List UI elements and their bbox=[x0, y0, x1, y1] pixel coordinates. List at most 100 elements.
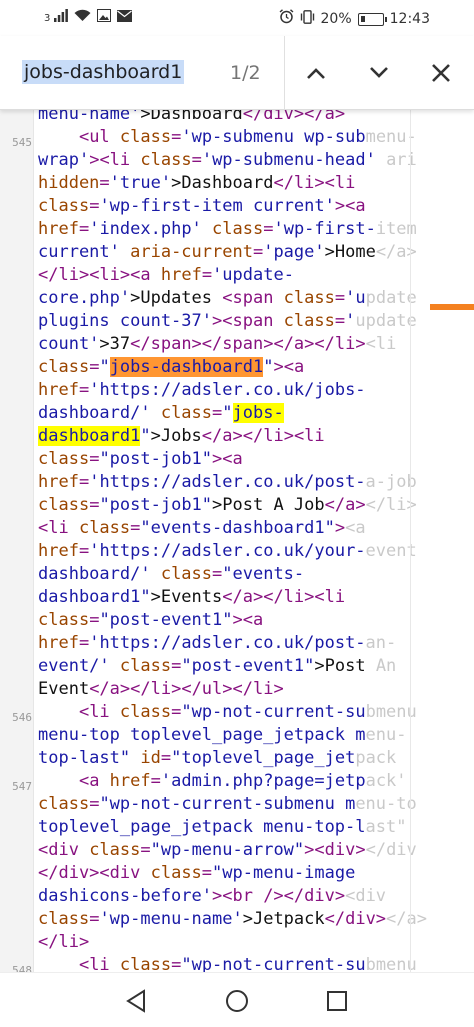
find-close-button[interactable] bbox=[422, 54, 460, 92]
code-token: = bbox=[78, 633, 90, 653]
code-token: = bbox=[171, 702, 182, 722]
code-token: 'update- bbox=[212, 265, 294, 285]
find-match-highlight: jobs-dashboard1 bbox=[109, 357, 264, 377]
wifi-icon bbox=[74, 9, 91, 27]
code-token: </span> bbox=[130, 334, 202, 354]
code-token: </div> bbox=[38, 863, 100, 883]
code-token: > bbox=[212, 449, 223, 469]
code-token: class bbox=[38, 196, 90, 216]
chevron-down-icon bbox=[370, 67, 388, 78]
code-token: <a bbox=[345, 518, 366, 538]
home-button[interactable] bbox=[223, 987, 251, 1015]
code-token: > bbox=[273, 357, 284, 377]
code-token: </li> bbox=[242, 426, 294, 446]
code-token: 'wp-submenu-head' bbox=[201, 150, 376, 170]
source-line: menu-top toplevel_page_jetpack menu- bbox=[38, 724, 474, 747]
code-token: </div> bbox=[324, 909, 387, 929]
code-token: <a bbox=[283, 357, 305, 377]
circle-home-icon bbox=[226, 990, 248, 1012]
code-token: </div> bbox=[283, 886, 346, 906]
code-token: 'page' bbox=[263, 242, 325, 262]
code-token: count' bbox=[38, 334, 100, 354]
code-token: class bbox=[38, 357, 90, 377]
source-line: dashboard/' class="events- bbox=[38, 563, 474, 586]
code-token: = bbox=[171, 656, 182, 676]
code-token: class bbox=[283, 288, 335, 308]
code-token: href bbox=[160, 265, 202, 285]
code-token: <li> bbox=[89, 265, 131, 285]
code-token: <li bbox=[99, 150, 141, 170]
code-token: plugins count-37' bbox=[38, 311, 212, 331]
code-token: 'wp-submenu wp-sub bbox=[181, 127, 366, 147]
code-token: " bbox=[222, 403, 233, 423]
source-line: </div><div class="wp-menu-image bbox=[38, 862, 474, 885]
close-icon bbox=[432, 64, 450, 82]
source-line: event/' class="post-event1">Post An bbox=[38, 655, 474, 678]
code-token: <ul bbox=[78, 127, 120, 147]
source-line: class='wp-menu-name'>Jetpack</div></a> bbox=[38, 908, 474, 931]
source-line: </li><li><a href='update- bbox=[38, 264, 474, 287]
sim-indicator: 3 bbox=[44, 12, 51, 24]
code-token: > bbox=[334, 518, 346, 538]
code-token: top-last" bbox=[38, 748, 131, 768]
code-token: pack bbox=[355, 748, 397, 768]
code-token: <li bbox=[78, 702, 120, 722]
code-token: <a bbox=[222, 449, 243, 469]
code-token: 'https://adsler.co.uk/jobs- bbox=[89, 380, 366, 400]
source-line: hidden='true'>Dashboard</li><li bbox=[38, 172, 474, 195]
code-token: wrap' bbox=[38, 150, 90, 170]
code-token: = bbox=[150, 771, 161, 791]
code-token: 'admin.php?page=jetp bbox=[160, 771, 366, 791]
code-token: ' bbox=[345, 311, 356, 331]
source-line: class="jobs-dashboard1"><a bbox=[38, 356, 474, 379]
code-token: <br /> bbox=[222, 886, 284, 906]
code-token: <li bbox=[38, 518, 79, 538]
code-token: "events- bbox=[222, 564, 305, 584]
source-line: wrap'><li class='wp-submenu-head' ari bbox=[38, 149, 474, 172]
find-previous-button[interactable] bbox=[297, 54, 335, 92]
code-token: = bbox=[78, 472, 90, 492]
code-token: <li bbox=[78, 955, 120, 972]
code-token: "toplevel_page_jet bbox=[171, 748, 356, 768]
find-next-button[interactable] bbox=[360, 54, 398, 92]
back-button[interactable] bbox=[122, 987, 150, 1015]
code-token: = bbox=[78, 380, 90, 400]
code-token: href bbox=[38, 380, 79, 400]
source-line: class="wp-not-current-submenu menu-to bbox=[38, 793, 474, 816]
code-token: > bbox=[232, 610, 243, 630]
code-token: >Post bbox=[314, 656, 366, 676]
code-token: >Dashboard bbox=[171, 173, 274, 193]
code-token: dashboard1" bbox=[38, 587, 151, 607]
code-token: >37 bbox=[99, 334, 131, 354]
source-code-view[interactable]: menu-name'>Dashboard</div></a> <ul class… bbox=[38, 103, 474, 972]
code-token: </a> bbox=[386, 909, 427, 929]
code-token: 'index.php' bbox=[89, 219, 202, 239]
recents-button[interactable] bbox=[323, 987, 351, 1015]
code-token: = bbox=[212, 403, 223, 423]
square-recents-icon bbox=[327, 991, 347, 1011]
source-line: href='https://adsler.co.uk/post-a-job bbox=[38, 471, 474, 494]
battery-level bbox=[360, 15, 365, 22]
code-token: = bbox=[160, 748, 172, 768]
code-token: </span> bbox=[201, 334, 274, 354]
code-token: >Home bbox=[324, 242, 376, 262]
line-number: 547 bbox=[12, 780, 32, 793]
source-line: plugins count-37'><span class='update bbox=[38, 310, 474, 333]
chevron-up-icon bbox=[307, 68, 325, 79]
source-line: dashboard1">Events</a></li><li bbox=[38, 586, 474, 609]
source-line: count'>37</span></span></a></li><li bbox=[38, 333, 474, 356]
code-token: = bbox=[252, 242, 264, 262]
code-token: >Jetpack bbox=[242, 909, 325, 929]
code-token: "post-job1" bbox=[99, 449, 213, 469]
find-query-input[interactable]: jobs-dashboard1 bbox=[22, 60, 185, 84]
code-token: 'true' bbox=[109, 173, 172, 193]
code-token: </li> bbox=[273, 173, 325, 193]
clock: 12:43 bbox=[389, 11, 430, 27]
code-token: class bbox=[150, 863, 202, 883]
code-token: enu- bbox=[365, 725, 407, 745]
code-token: </li> bbox=[38, 932, 90, 952]
source-line: class="post-event1"><a bbox=[38, 609, 474, 632]
code-token: = bbox=[89, 909, 100, 929]
